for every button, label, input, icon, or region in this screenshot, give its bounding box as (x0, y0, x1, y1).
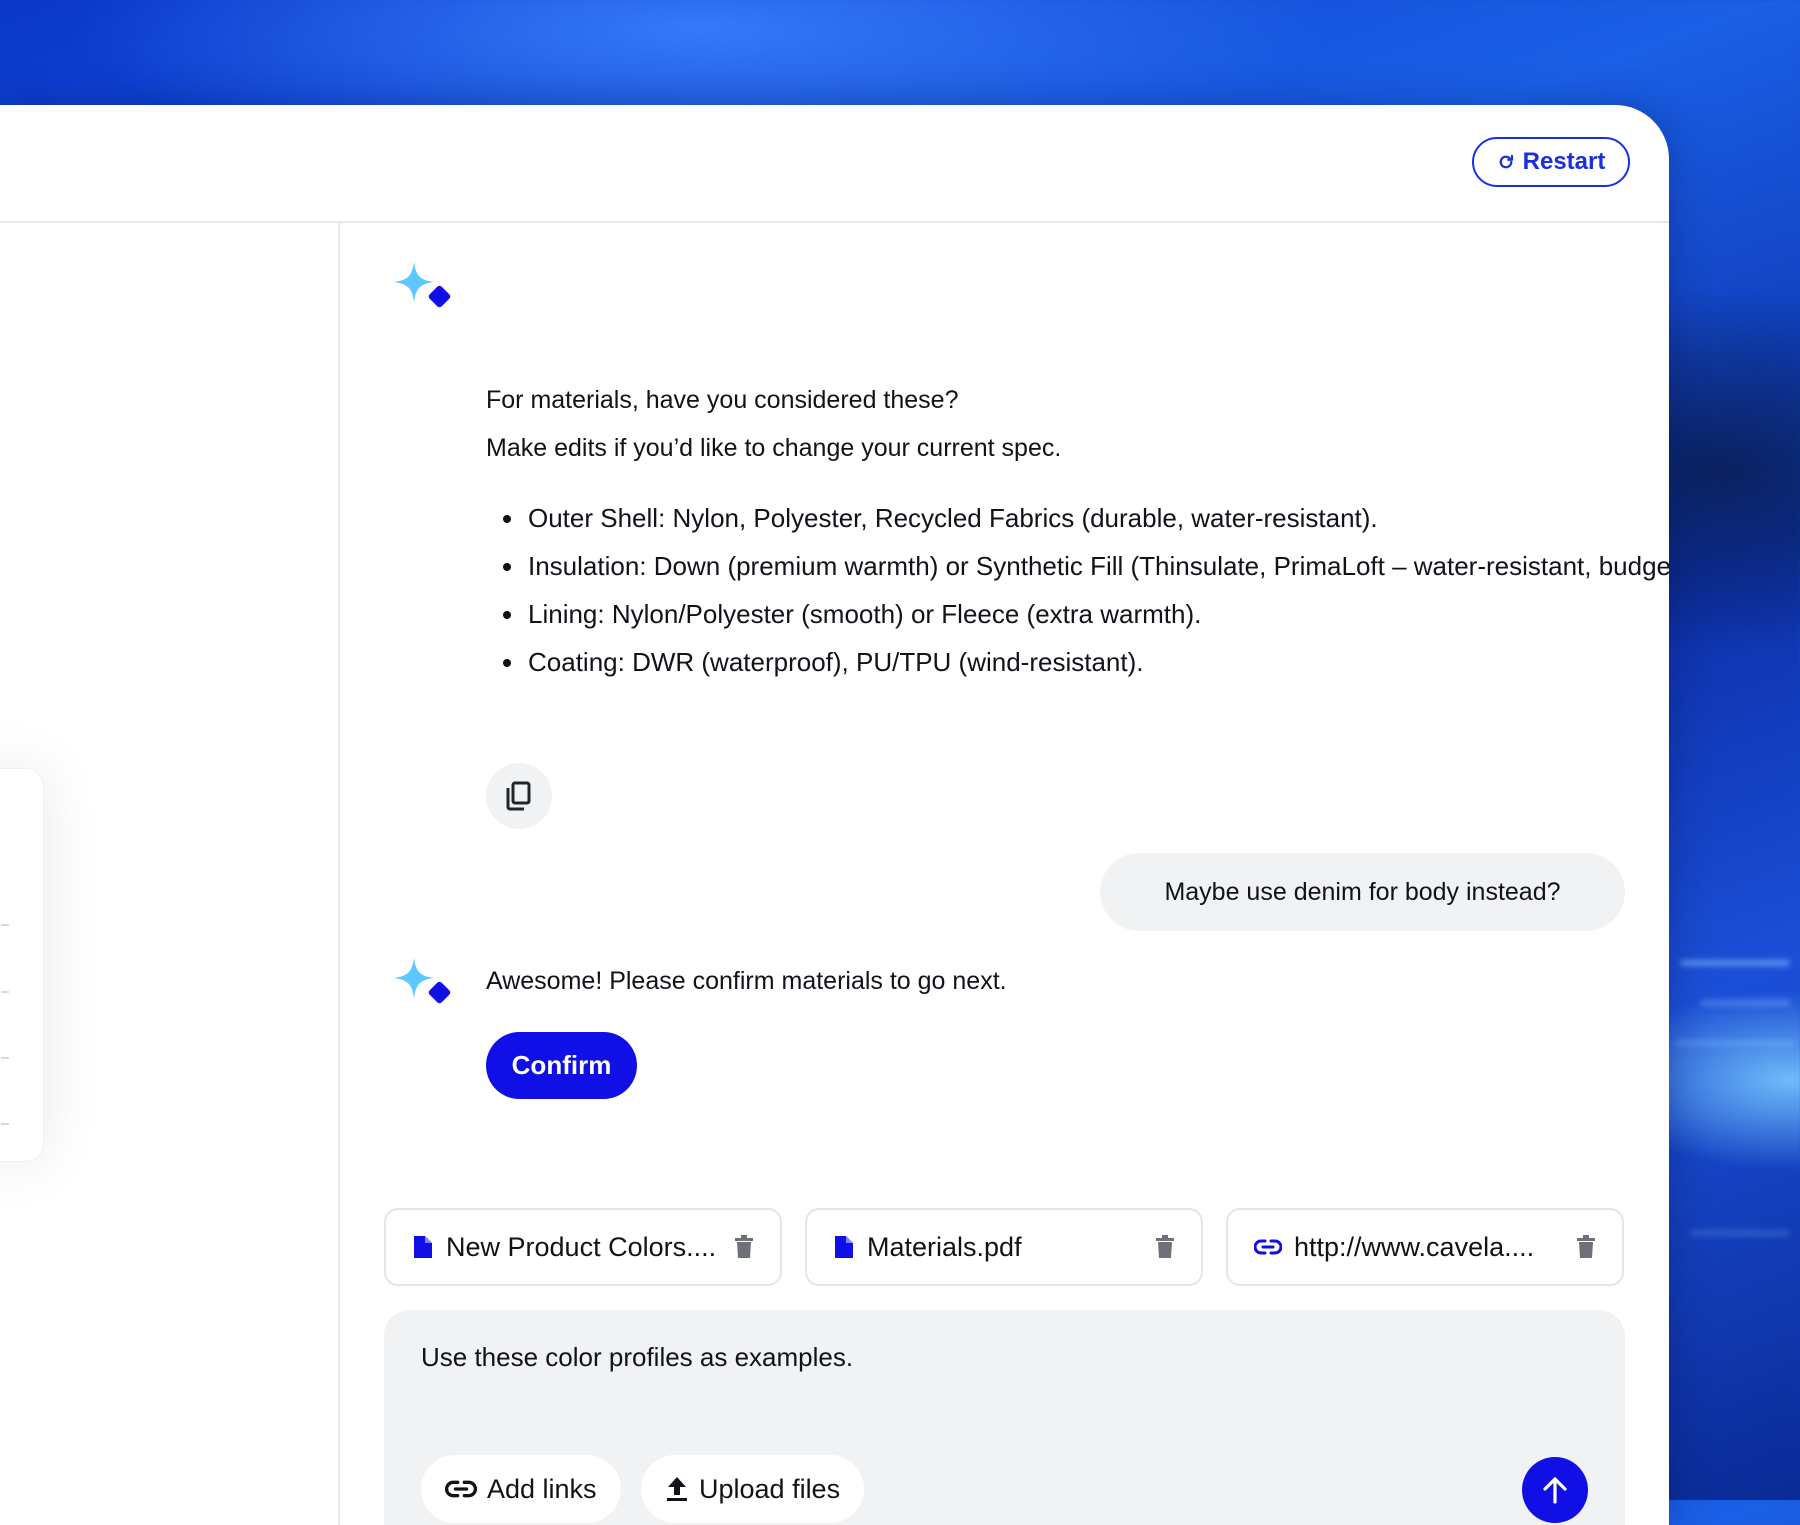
assistant-sparkle-icon (394, 262, 451, 308)
bot-message-line-2: Make edits if you’d like to change your … (486, 434, 1062, 462)
arrow-up-icon (1543, 1477, 1567, 1504)
user-message: Maybe use denim for body instead? (1100, 853, 1625, 931)
copy-button[interactable] (486, 763, 552, 829)
attachment-chip[interactable]: New Product Colors.... (384, 1208, 782, 1286)
copy-icon (506, 781, 531, 811)
left-panel (0, 223, 340, 1525)
link-icon (445, 1480, 477, 1498)
divider (1, 1057, 9, 1059)
message-composer: Use these color profiles as examples. Ad… (384, 1310, 1625, 1525)
background-streak (1690, 1230, 1790, 1236)
trash-icon[interactable] (1576, 1235, 1596, 1259)
file-icon (835, 1236, 853, 1258)
add-links-button[interactable]: Add links (421, 1455, 621, 1523)
bot-message-line-1: For materials, have you considered these… (486, 386, 959, 414)
confirm-button[interactable]: Confirm (486, 1032, 637, 1099)
chat-area: For materials, have you considered these… (340, 223, 1669, 1525)
attachment-chip[interactable]: http://www.cavela.... (1226, 1208, 1624, 1286)
assistant-sparkle-icon (394, 958, 451, 1004)
bot-message-2: Awesome! Please confirm materials to go … (486, 967, 1007, 995)
link-icon (1254, 1239, 1282, 1255)
message-input[interactable]: Use these color profiles as examples. (421, 1342, 1521, 1373)
upload-files-button[interactable]: Upload files (641, 1455, 865, 1523)
file-icon (414, 1236, 432, 1258)
attachment-name: New Product Colors.... (446, 1231, 717, 1262)
background-streak (1680, 960, 1790, 966)
background-streak (1675, 1040, 1795, 1046)
divider (1, 1123, 9, 1125)
refresh-icon (1499, 154, 1513, 169)
upload-icon (667, 1477, 687, 1501)
list-item: Outer Shell: Nylon, Polyester, Recycled … (526, 494, 1669, 542)
left-card (0, 768, 44, 1162)
list-item: Lining: Nylon/Polyester (smooth) or Flee… (526, 590, 1669, 638)
materials-list: Outer Shell: Nylon, Polyester, Recycled … (490, 494, 1669, 686)
app-window: Restart For materials, have you consider… (0, 105, 1669, 1525)
top-bar: Restart (0, 105, 1669, 223)
restart-label: Restart (1522, 148, 1606, 175)
attachment-name: http://www.cavela.... (1294, 1231, 1535, 1262)
restart-button[interactable]: Restart (1472, 137, 1630, 187)
list-item: Coating: DWR (waterproof), PU/TPU (wind-… (526, 638, 1669, 686)
trash-icon[interactable] (1155, 1235, 1175, 1259)
trash-icon[interactable] (734, 1235, 754, 1259)
attachment-chip[interactable]: Materials.pdf (805, 1208, 1203, 1286)
background-streak (1700, 1000, 1790, 1006)
divider (1, 924, 9, 926)
list-item: Insulation: Down (premium warmth) or Syn… (526, 542, 1669, 590)
send-button[interactable] (1522, 1457, 1588, 1523)
divider (1, 991, 9, 993)
attachment-name: Materials.pdf (867, 1231, 1022, 1262)
